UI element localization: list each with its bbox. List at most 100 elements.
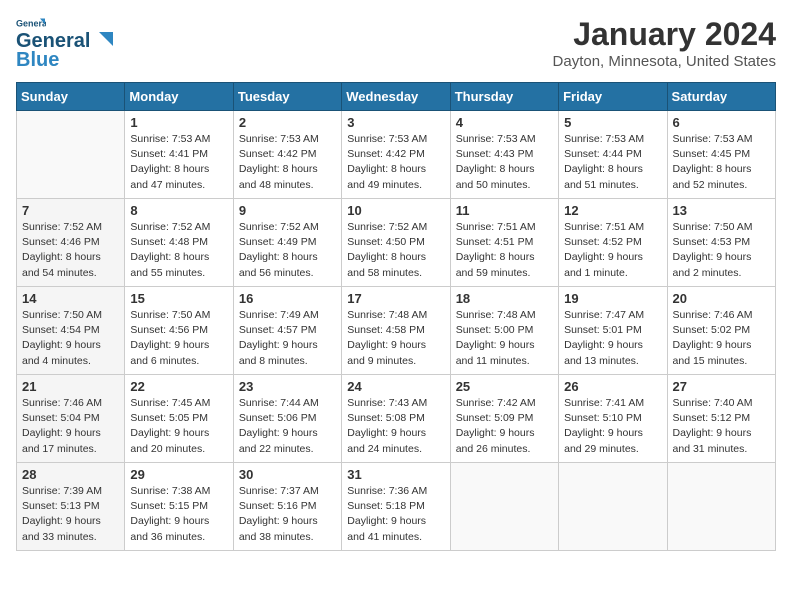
day-cell-29: 29 Sunrise: 7:38 AMSunset: 5:15 PMDayligh… (125, 463, 233, 551)
day-cell-31: 31Sunrise: 7:36 AMSunset: 5:18 PMDayligh… (342, 463, 450, 551)
day-number: 6 (673, 115, 770, 130)
day-info: Sunrise: 7:53 AMSunset: 4:41 PMDaylight:… (130, 132, 227, 193)
logo-arrow-icon (91, 32, 113, 46)
page-header: General General Blue January 2024 Dayton… (16, 16, 776, 72)
day-info: Sunrise: 7:40 AMSunset: 5:12 PMDaylight:… (673, 396, 770, 457)
title-block: January 2024 Dayton, Minnesota, United S… (553, 16, 776, 70)
day-cell-20: 20 Sunrise: 7:46 AMSunset: 5:02 PMDayligh… (667, 287, 775, 375)
day-cell-10: 10 Sunrise: 7:52 AMSunset: 4:50 PMDayligh… (342, 199, 450, 287)
day-number: 17 (347, 291, 444, 306)
day-number: 15 (130, 291, 227, 306)
day-info: Sunrise: 7:53 AMSunset: 4:42 PMDaylight:… (347, 132, 444, 193)
day-cell-15: 15 Sunrise: 7:50 AMSunset: 4:56 PMDayligh… (125, 287, 233, 375)
day-number: 16 (239, 291, 336, 306)
day-info: Sunrise: 7:51 AMSunset: 4:51 PMDaylight:… (456, 220, 553, 281)
day-cell-5: 5 Sunrise: 7:53 AMSunset: 4:44 PMDaylight… (559, 111, 667, 199)
day-info: Sunrise: 7:53 AMSunset: 4:43 PMDaylight:… (456, 132, 553, 193)
day-number: 14 (22, 291, 119, 306)
day-number: 29 (130, 467, 227, 482)
day-info: Sunrise: 7:44 AMSunset: 5:06 PMDaylight:… (239, 396, 336, 457)
day-cell-3: 3Sunrise: 7:53 AMSunset: 4:42 PMDaylight… (342, 111, 450, 199)
month-title: January 2024 (553, 16, 776, 53)
day-info: Sunrise: 7:45 AMSunset: 5:05 PMDaylight:… (130, 396, 227, 457)
day-cell-11: 11 Sunrise: 7:51 AMSunset: 4:51 PMDayligh… (450, 199, 558, 287)
day-info: Sunrise: 7:43 AMSunset: 5:08 PMDaylight:… (347, 396, 444, 457)
day-cell-7: 7 Sunrise: 7:52 AMSunset: 4:46 PMDaylight… (17, 199, 125, 287)
day-info: Sunrise: 7:38 AMSunset: 5:15 PMDaylight:… (130, 484, 227, 545)
day-number: 28 (22, 467, 119, 482)
day-info: Sunrise: 7:53 AMSunset: 4:44 PMDaylight:… (564, 132, 661, 193)
day-number: 9 (239, 203, 336, 218)
day-info: Sunrise: 7:53 AMSunset: 4:42 PMDaylight:… (239, 132, 336, 193)
calendar-header-row: Sunday Monday Tuesday Wednesday Thursday… (17, 83, 776, 111)
day-cell-25: 25Sunrise: 7:42 AMSunset: 5:09 PMDayligh… (450, 375, 558, 463)
day-cell-26: 26 Sunrise: 7:41 AMSunset: 5:10 PMDayligh… (559, 375, 667, 463)
day-info: Sunrise: 7:52 AMSunset: 4:46 PMDaylight:… (22, 220, 119, 281)
day-number: 27 (673, 379, 770, 394)
day-info: Sunrise: 7:36 AMSunset: 5:18 PMDaylight:… (347, 484, 444, 545)
week-row-3: 21 Sunrise: 7:46 AMSunset: 5:04 PMDayligh… (17, 375, 776, 463)
day-number: 7 (22, 203, 119, 218)
day-cell-28: 28Sunrise: 7:39 AMSunset: 5:13 PMDayligh… (17, 463, 125, 551)
day-number: 4 (456, 115, 553, 130)
day-info: Sunrise: 7:52 AMSunset: 4:48 PMDaylight:… (130, 220, 227, 281)
day-cell-21: 21 Sunrise: 7:46 AMSunset: 5:04 PMDayligh… (17, 375, 125, 463)
week-row-4: 28Sunrise: 7:39 AMSunset: 5:13 PMDayligh… (17, 463, 776, 551)
day-info: Sunrise: 7:46 AMSunset: 5:02 PMDaylight:… (673, 308, 770, 369)
day-info: Sunrise: 7:49 AMSunset: 4:57 PMDaylight:… (239, 308, 336, 369)
col-sunday: Sunday (17, 83, 125, 111)
day-info: Sunrise: 7:47 AMSunset: 5:01 PMDaylight:… (564, 308, 661, 369)
day-cell-22: 22 Sunrise: 7:45 AMSunset: 5:05 PMDayligh… (125, 375, 233, 463)
empty-cell (559, 463, 667, 551)
empty-cell (450, 463, 558, 551)
day-number: 11 (456, 203, 553, 218)
day-number: 22 (130, 379, 227, 394)
day-info: Sunrise: 7:48 AMSunset: 5:00 PMDaylight:… (456, 308, 553, 369)
day-info: Sunrise: 7:52 AMSunset: 4:50 PMDaylight:… (347, 220, 444, 281)
day-cell-24: 24Sunrise: 7:43 AMSunset: 5:08 PMDayligh… (342, 375, 450, 463)
day-cell-4: 4 Sunrise: 7:53 AMSunset: 4:43 PMDaylight… (450, 111, 558, 199)
day-info: Sunrise: 7:37 AMSunset: 5:16 PMDaylight:… (239, 484, 336, 545)
day-cell-27: 27 Sunrise: 7:40 AMSunset: 5:12 PMDayligh… (667, 375, 775, 463)
week-row-1: 7 Sunrise: 7:52 AMSunset: 4:46 PMDaylight… (17, 199, 776, 287)
day-info: Sunrise: 7:48 AMSunset: 4:58 PMDaylight:… (347, 308, 444, 369)
day-cell-6: 6 Sunrise: 7:53 AMSunset: 4:45 PMDaylight… (667, 111, 775, 199)
day-info: Sunrise: 7:52 AMSunset: 4:49 PMDaylight:… (239, 220, 336, 281)
day-cell-13: 13Sunrise: 7:50 AMSunset: 4:53 PMDayligh… (667, 199, 775, 287)
day-number: 13 (673, 203, 770, 218)
day-number: 5 (564, 115, 661, 130)
day-info: Sunrise: 7:42 AMSunset: 5:09 PMDaylight:… (456, 396, 553, 457)
day-cell-8: 8 Sunrise: 7:52 AMSunset: 4:48 PMDaylight… (125, 199, 233, 287)
day-number: 10 (347, 203, 444, 218)
day-cell-14: 14 Sunrise: 7:50 AMSunset: 4:54 PMDayligh… (17, 287, 125, 375)
day-number: 26 (564, 379, 661, 394)
day-info: Sunrise: 7:51 AMSunset: 4:52 PMDaylight:… (564, 220, 661, 281)
logo-blue: Blue (16, 49, 59, 72)
day-number: 12 (564, 203, 661, 218)
day-number: 1 (130, 115, 227, 130)
day-cell-2: 2Sunrise: 7:53 AMSunset: 4:42 PMDaylight… (233, 111, 341, 199)
day-number: 8 (130, 203, 227, 218)
logo: General General Blue (16, 16, 113, 72)
day-info: Sunrise: 7:50 AMSunset: 4:56 PMDaylight:… (130, 308, 227, 369)
day-number: 21 (22, 379, 119, 394)
day-number: 18 (456, 291, 553, 306)
empty-cell (667, 463, 775, 551)
day-cell-19: 19Sunrise: 7:47 AMSunset: 5:01 PMDayligh… (559, 287, 667, 375)
day-number: 23 (239, 379, 336, 394)
day-cell-30: 30Sunrise: 7:37 AMSunset: 5:16 PMDayligh… (233, 463, 341, 551)
week-row-0: 1 Sunrise: 7:53 AMSunset: 4:41 PMDaylight… (17, 111, 776, 199)
col-wednesday: Wednesday (342, 83, 450, 111)
day-number: 20 (673, 291, 770, 306)
day-info: Sunrise: 7:46 AMSunset: 5:04 PMDaylight:… (22, 396, 119, 457)
day-cell-23: 23 Sunrise: 7:44 AMSunset: 5:06 PMDayligh… (233, 375, 341, 463)
day-cell-12: 12 Sunrise: 7:51 AMSunset: 4:52 PMDayligh… (559, 199, 667, 287)
col-saturday: Saturday (667, 83, 775, 111)
day-info: Sunrise: 7:53 AMSunset: 4:45 PMDaylight:… (673, 132, 770, 193)
day-info: Sunrise: 7:41 AMSunset: 5:10 PMDaylight:… (564, 396, 661, 457)
location-title: Dayton, Minnesota, United States (553, 53, 776, 70)
empty-cell (17, 111, 125, 199)
day-cell-9: 9 Sunrise: 7:52 AMSunset: 4:49 PMDaylight… (233, 199, 341, 287)
col-tuesday: Tuesday (233, 83, 341, 111)
day-info: Sunrise: 7:50 AMSunset: 4:54 PMDaylight:… (22, 308, 119, 369)
